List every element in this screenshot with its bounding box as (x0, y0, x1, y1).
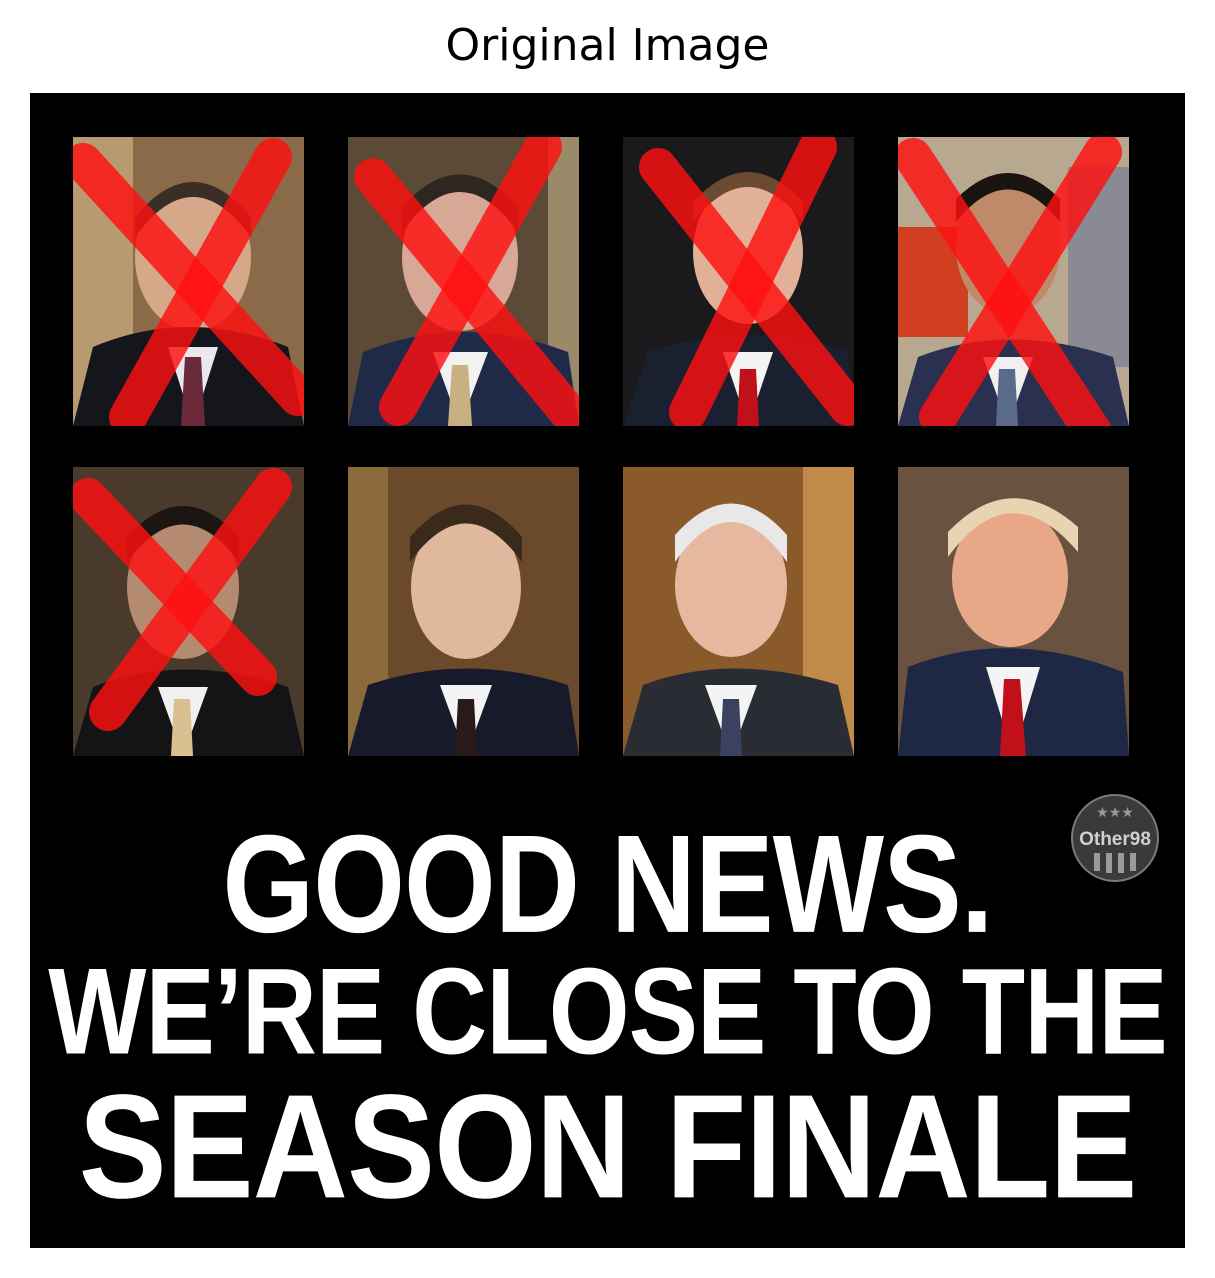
headline-line-3: SEASON FINALE (78, 1064, 1138, 1229)
red-x-mark (639, 137, 854, 426)
portrait-photo-6 (348, 467, 579, 756)
headline-line-2: WE’RE CLOSE TO THE (48, 943, 1167, 1081)
figure-title: Original Image (445, 20, 770, 71)
red-x-mark (898, 137, 1122, 426)
portrait-photo-5 (73, 467, 304, 756)
portrait-photo-7 (623, 467, 854, 756)
portrait-photo-8 (898, 467, 1129, 756)
red-x-mark (73, 468, 292, 731)
poster: ★★★ Other98 GOOD NEWS. WE’RE CLOSE TO TH… (30, 93, 1185, 1248)
red-x-mark (354, 137, 579, 426)
portrait-photo-3 (623, 137, 854, 426)
portrait-photo-icon (898, 467, 1129, 756)
headline-line-1: GOOD NEWS. (222, 806, 993, 963)
portrait-photo-4 (898, 137, 1129, 426)
portrait-photo-icon (623, 467, 854, 756)
portrait-photo-2 (348, 137, 579, 426)
portrait-photo-icon (348, 467, 579, 756)
portrait-photo-1 (73, 137, 304, 426)
red-x-mark (73, 138, 304, 426)
